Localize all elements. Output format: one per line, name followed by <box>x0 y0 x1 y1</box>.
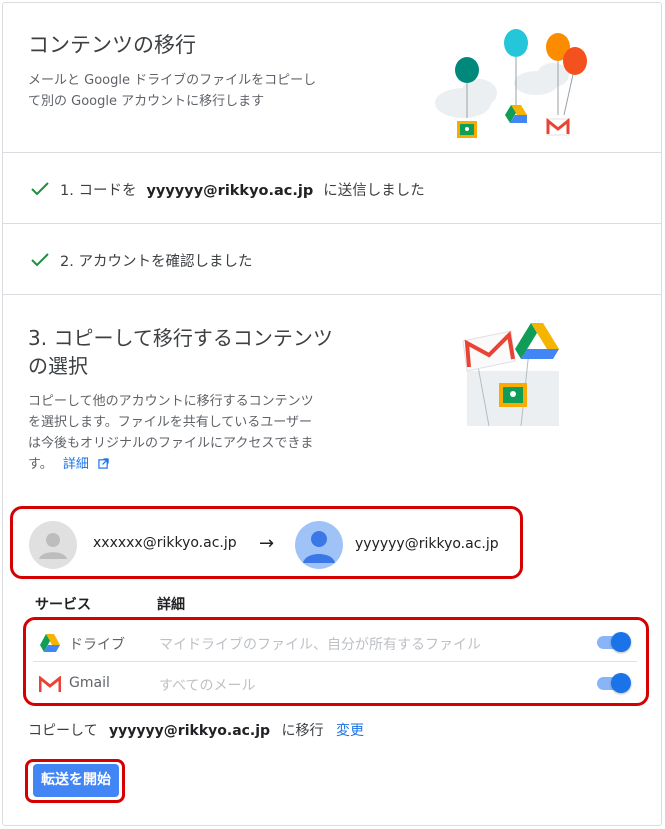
source-avatar <box>29 521 77 569</box>
step1-prefix: 1. コードを <box>60 183 137 199</box>
toggle-knob <box>611 673 631 693</box>
target-avatar <box>295 521 343 569</box>
check-icon <box>31 182 49 196</box>
copy-to-email: yyyyyy@rikkyo.ac.jp <box>109 723 271 739</box>
drive-service-label: ドライブ <box>69 637 125 653</box>
step3-title-line1: 3. コピーして移行するコンテンツ <box>28 326 333 350</box>
step1-email: yyyyyy@rikkyo.ac.jp <box>146 183 314 199</box>
row-divider <box>33 661 637 662</box>
step2-text: 2. アカウントを確認しました <box>60 254 253 270</box>
header-section: コンテンツの移行 メールと Google ドライブのファイルをコピーし て別の … <box>3 3 661 153</box>
check-icon <box>31 253 49 267</box>
details-link[interactable]: 詳細 <box>63 457 89 472</box>
gmail-service-label: Gmail <box>69 675 110 691</box>
person-icon <box>303 531 335 563</box>
person-icon <box>39 533 67 559</box>
google-drive-icon <box>40 634 60 652</box>
details-column-header: 詳細 <box>157 597 185 613</box>
target-email: yyyyyy@rikkyo.ac.jp <box>355 536 499 552</box>
toggle-knob <box>611 632 631 652</box>
page-description-line1: メールと Google ドライブのファイルをコピーし <box>28 73 317 88</box>
step3-desc-line3: は今後もオリジナルのファイルにアクセスできま <box>28 436 314 451</box>
step3-desc-line2: を選択します。ファイルを共有しているユーザー <box>28 415 313 430</box>
drive-service-detail: マイドライブのファイル、自分が所有するファイル <box>159 637 481 653</box>
external-link-icon[interactable] <box>98 458 109 469</box>
arrow-icon: → <box>259 533 275 554</box>
drive-toggle[interactable] <box>595 632 631 652</box>
box-illustration <box>462 323 559 427</box>
step1-suffix: に送信しました <box>323 183 425 199</box>
step3-desc-line1: コピーして他のアカウントに移行するコンテンツ <box>28 394 314 409</box>
gmail-service-detail: すべてのメール <box>159 678 256 694</box>
service-column-header: サービス <box>35 597 91 613</box>
step3-section: 3. コピーして移行するコンテンツ の選択 コピーして他のアカウントに移行するコ… <box>3 295 661 825</box>
gmail-toggle[interactable] <box>595 673 631 693</box>
step3-desc-line4: す。 <box>28 457 53 472</box>
page-title: コンテンツの移行 <box>28 33 196 57</box>
step1-text: 1. コードを yyyyyy@rikkyo.ac.jp に送信しました <box>60 179 425 200</box>
source-email: xxxxxx@rikkyo.ac.jp <box>93 535 237 551</box>
step2-section: 2. アカウントを確認しました <box>3 224 661 295</box>
change-link[interactable]: 変更 <box>336 723 364 739</box>
gmail-icon <box>39 676 61 692</box>
copy-to-prefix: コピーして <box>28 723 98 739</box>
balloons-illustration <box>435 29 587 138</box>
step3-desc-line4-row: す。 詳細 <box>28 454 109 475</box>
copy-to-line: コピーして yyyyyy@rikkyo.ac.jp に移行 変更 <box>28 720 364 740</box>
step3-title-line2: の選択 <box>28 354 88 378</box>
step1-section: 1. コードを yyyyyy@rikkyo.ac.jp に送信しました <box>3 153 661 224</box>
copy-to-suffix: に移行 <box>281 723 324 739</box>
page-description-line2: て別の Google アカウントに移行します <box>28 94 265 109</box>
migration-card: コンテンツの移行 メールと Google ドライブのファイルをコピーし て別の … <box>2 2 662 826</box>
start-transfer-button[interactable]: 転送を開始 <box>33 764 119 797</box>
